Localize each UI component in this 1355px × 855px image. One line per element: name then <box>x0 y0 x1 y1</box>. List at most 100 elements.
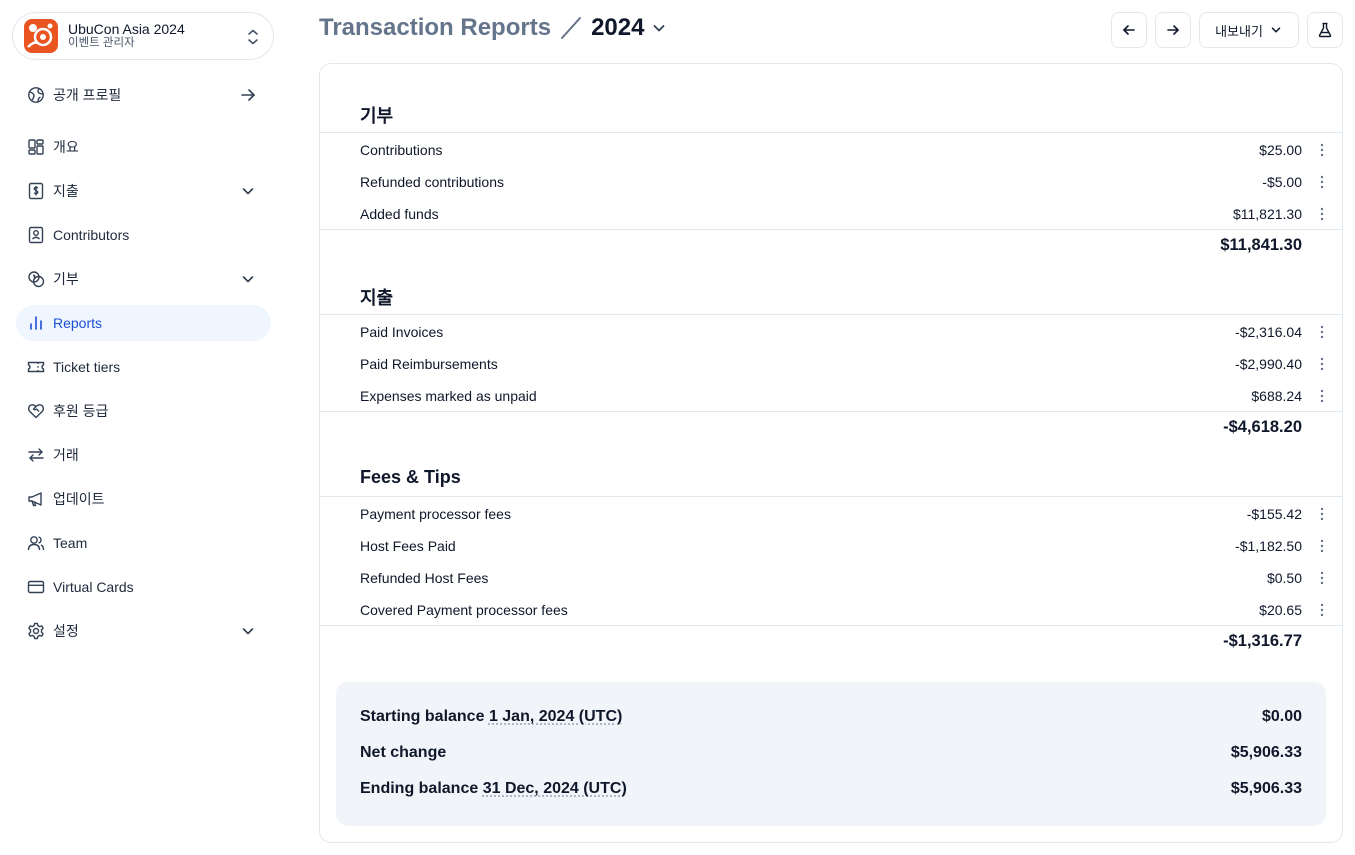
chevron-down-icon[interactable] <box>650 19 668 37</box>
page-header: Transaction Reports 2024 내보내기 <box>319 10 1343 50</box>
sidebar-item-contributions[interactable]: 기부 <box>16 261 271 297</box>
row-label: Host Fees Paid <box>360 538 456 554</box>
section-title-fees: Fees & Tips <box>360 467 461 487</box>
account-name: UbuCon Asia 2024 <box>68 21 185 38</box>
more-options-icon[interactable] <box>1314 174 1330 190</box>
starting-balance-value: $0.00 <box>1261 708 1302 725</box>
row-value: -$155.42 <box>1246 506 1302 522</box>
arrow-left-icon <box>1123 25 1135 35</box>
sidebar-item-sponsor-tiers[interactable]: 후원 등급 <box>16 393 271 429</box>
more-options-icon[interactable] <box>1314 388 1330 404</box>
slash-separator-icon <box>561 17 582 39</box>
breadcrumb: Transaction Reports 2024 <box>319 14 668 42</box>
more-options-icon[interactable] <box>1314 324 1330 340</box>
row-label: Payment processor fees <box>360 506 511 522</box>
sidebar-item-contributors[interactable]: Contributors <box>16 217 271 253</box>
contact-badge-icon <box>27 226 45 244</box>
sidebar-item-label: 지출 <box>53 183 79 199</box>
row-label: Contributions <box>360 142 443 158</box>
section-title-contributions: 기부 <box>360 106 394 126</box>
section-total: -$4,618.20 <box>1223 418 1302 436</box>
section-total: -$1,316.77 <box>1223 632 1302 650</box>
sidebar-item-label: 개요 <box>53 139 79 155</box>
account-switcher[interactable]: UbuCon Asia 2024 이벤트 관리자 <box>12 12 274 60</box>
sidebar-item-label: Reports <box>53 315 103 331</box>
report-row: Expenses marked as unpaid $688.24 <box>360 380 1324 412</box>
sidebar-item-label: 후원 등급 <box>53 403 109 419</box>
row-value: $20.65 <box>1259 602 1302 618</box>
sidebar-item-expenses[interactable]: 지출 <box>16 173 271 209</box>
row-label: Paid Reimbursements <box>360 356 498 372</box>
chevron-down-icon <box>1271 27 1281 33</box>
report-row: Payment processor fees -$155.42 <box>360 498 1324 530</box>
sidebar-item-label: 기부 <box>53 271 79 287</box>
globe-icon <box>27 86 45 104</box>
period-selector[interactable]: 2024 <box>591 14 644 42</box>
balance-summary: Starting balance 1 Jan, 2024 (UTC) $0.00… <box>336 682 1326 826</box>
flask-icon <box>1318 22 1332 38</box>
divider <box>320 411 1342 412</box>
more-options-icon[interactable] <box>1314 356 1330 372</box>
sidebar-item-label: Ticket tiers <box>53 359 121 375</box>
overview-grid-icon <box>27 138 45 156</box>
row-label: Expenses marked as unpaid <box>360 388 537 404</box>
report-row: Paid Reimbursements -$2,990.40 <box>360 348 1324 380</box>
report-row: Host Fees Paid -$1,182.50 <box>360 530 1324 562</box>
sidebar-item-team[interactable]: Team <box>16 525 271 561</box>
chevron-up-down-icon <box>248 29 258 45</box>
net-change-value: $5,906.33 <box>1230 744 1302 761</box>
sidebar-item-updates[interactable]: 업데이트 <box>16 481 271 517</box>
sidebar-item-label: 공개 프로필 <box>53 87 122 103</box>
sidebar-item-virtual-cards[interactable]: Virtual Cards <box>16 569 271 605</box>
report-row: Refunded Host Fees $0.50 <box>360 562 1324 594</box>
heart-handshake-icon <box>27 402 45 420</box>
row-label: Paid Invoices <box>360 324 444 340</box>
sidebar-item-label: Virtual Cards <box>53 579 134 595</box>
previous-period-button[interactable] <box>1111 12 1147 48</box>
section-title-expenses: 지출 <box>360 288 394 308</box>
page-title[interactable]: Transaction Reports <box>319 14 551 42</box>
sidebar-item-transactions[interactable]: 거래 <box>16 437 271 473</box>
sidebar-item-label: Contributors <box>53 227 130 243</box>
more-options-icon[interactable] <box>1314 206 1330 222</box>
sidebar-item-label: 업데이트 <box>53 491 105 507</box>
row-label: Refunded contributions <box>360 174 504 190</box>
starting-balance-date: 1 Jan, 2024 (UTC) <box>488 708 623 725</box>
chevron-down-icon <box>242 628 254 635</box>
row-value: $0.50 <box>1266 570 1302 586</box>
row-value: $688.24 <box>1251 388 1302 404</box>
row-value: -$2,316.04 <box>1235 324 1302 340</box>
coins-icon <box>27 270 45 288</box>
starting-balance-row: Starting balance 1 Jan, 2024 (UTC) $0.00 <box>360 699 1302 735</box>
export-button[interactable]: 내보내기 <box>1199 12 1299 48</box>
divider <box>320 625 1342 626</box>
next-period-button[interactable] <box>1155 12 1191 48</box>
sidebar-item-overview[interactable]: 개요 <box>16 129 271 165</box>
more-options-icon[interactable] <box>1314 570 1330 586</box>
users-icon <box>27 534 45 552</box>
ending-balance-label: Ending balance <box>360 780 479 797</box>
sidebar-item-label: Team <box>53 535 88 551</box>
sidebar-item-label: 거래 <box>53 447 79 463</box>
net-change-row: Net change $5,906.33 <box>360 735 1302 771</box>
ticket-icon <box>27 358 45 376</box>
sidebar-item-settings[interactable]: 설정 <box>16 613 271 649</box>
account-avatar <box>24 19 58 53</box>
more-options-icon[interactable] <box>1314 538 1330 554</box>
sidebar: UbuCon Asia 2024 이벤트 관리자 공개 프로필 개요 지출 Co… <box>0 0 290 855</box>
divider <box>320 314 1342 315</box>
row-value: -$2,990.40 <box>1235 356 1302 372</box>
section-total: $11,841.30 <box>1220 236 1302 254</box>
more-options-icon[interactable] <box>1314 506 1330 522</box>
megaphone-icon <box>27 490 45 508</box>
sidebar-item-public-profile[interactable]: 공개 프로필 <box>16 77 271 113</box>
row-value: -$1,182.50 <box>1235 538 1302 554</box>
report-row: Refunded contributions -$5.00 <box>360 166 1324 198</box>
more-options-icon[interactable] <box>1314 602 1330 618</box>
sidebar-item-ticket-tiers[interactable]: Ticket tiers <box>16 349 271 385</box>
sidebar-item-reports[interactable]: Reports <box>16 305 271 341</box>
more-options-icon[interactable] <box>1314 142 1330 158</box>
bar-chart-icon <box>27 314 45 332</box>
report-row: Paid Invoices -$2,316.04 <box>360 316 1324 348</box>
experimental-button[interactable] <box>1307 12 1343 48</box>
